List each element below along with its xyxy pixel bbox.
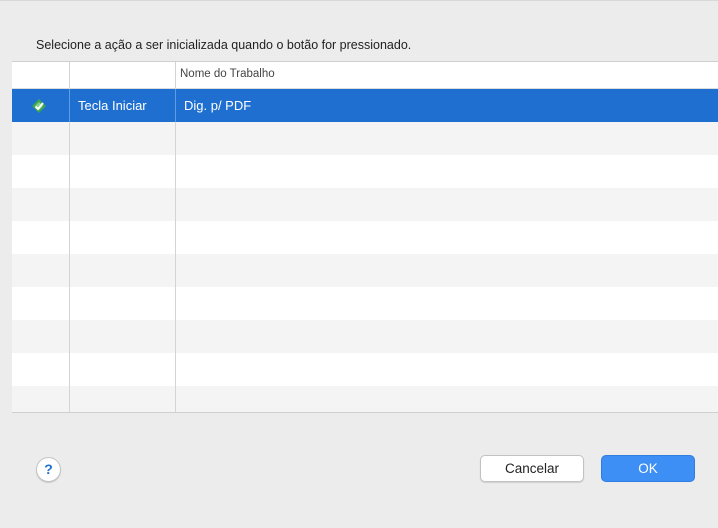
ok-button[interactable]: OK	[601, 455, 695, 482]
table-row-empty[interactable]	[12, 122, 718, 155]
table-row-empty[interactable]	[12, 386, 718, 412]
table-row-empty[interactable]	[12, 188, 718, 221]
table-row-empty[interactable]	[12, 287, 718, 320]
table-row-selected[interactable]: Tecla Iniciar Dig. p/ PDF	[12, 89, 718, 122]
title-separator	[0, 0, 718, 1]
column-divider	[69, 122, 70, 412]
button-action-table[interactable]: Nome do Trabalho Tecla Iniciar Dig. p/ P…	[12, 61, 718, 413]
table-header: Nome do Trabalho	[12, 62, 718, 89]
table-row-empty[interactable]	[12, 254, 718, 287]
row-icon-cell	[12, 89, 69, 122]
header-divider	[175, 62, 176, 88]
column-header-job-name[interactable]: Nome do Trabalho	[180, 68, 275, 80]
table-row-empty[interactable]	[12, 221, 718, 254]
table-row-empty[interactable]	[12, 353, 718, 386]
column-divider	[175, 89, 176, 122]
scan-to-pdf-icon	[32, 99, 46, 113]
row-job-cell: Dig. p/ PDF	[184, 98, 252, 113]
column-divider	[69, 89, 70, 122]
instruction-text: Selecione a ação a ser inicializada quan…	[36, 38, 412, 52]
header-divider	[69, 62, 70, 88]
cancel-button[interactable]: Cancelar	[480, 455, 584, 482]
table-row-empty[interactable]	[12, 320, 718, 353]
help-button[interactable]: ?	[36, 457, 61, 482]
column-divider	[175, 122, 176, 412]
table-row-empty[interactable]	[12, 155, 718, 188]
row-button-cell: Tecla Iniciar	[78, 98, 147, 113]
